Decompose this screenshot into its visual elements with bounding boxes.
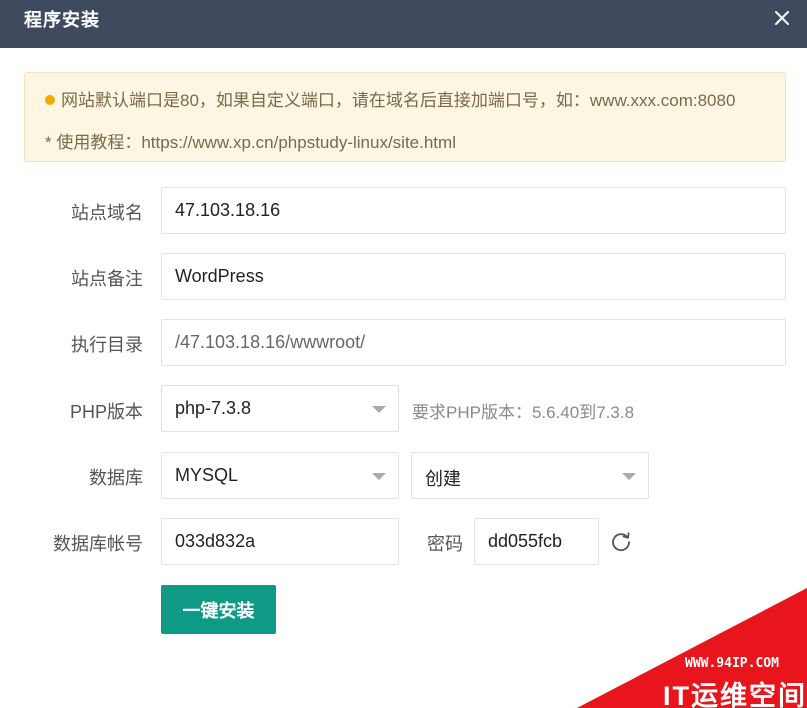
php-version-hint: 要求PHP版本：5.6.40到7.3.8 <box>412 403 635 422</box>
notice-port-tip: 网站默认端口是80，如果自定义端口，请在域名后直接加端口号，如：www.xxx.… <box>45 86 735 111</box>
database-type-value: MYSQL <box>175 465 239 485</box>
database-action-value: 创建 <box>425 469 461 489</box>
remark-input[interactable] <box>161 253 786 300</box>
notice-tutorial-link[interactable]: * 使用教程：https://www.xp.cn/phpstudy-linux/… <box>45 128 456 153</box>
database-action-select[interactable]: 创建 <box>411 452 649 499</box>
directory-input[interactable] <box>161 319 786 366</box>
domain-input[interactable] <box>161 187 786 234</box>
bullet-dot-icon <box>45 95 55 105</box>
domain-label: 站点域名 <box>71 203 143 223</box>
one-click-install-button[interactable]: 一键安装 <box>161 585 276 634</box>
password-label: 密码 <box>427 534 463 554</box>
chevron-down-icon <box>372 473 386 480</box>
close-icon[interactable] <box>770 6 794 30</box>
php-version-select[interactable]: php-7.3.8 <box>161 385 399 432</box>
database-type-select[interactable]: MYSQL <box>161 452 399 499</box>
chevron-down-icon <box>622 473 636 480</box>
dialog-title: 程序安装 <box>24 10 100 30</box>
watermark-url: WWW.94IP.COM <box>685 656 779 671</box>
watermark-logo: WWW.94IP.COM IT运维空间 <box>577 588 807 708</box>
php-version-value: php-7.3.8 <box>175 398 252 418</box>
remark-label: 站点备注 <box>71 269 143 289</box>
notice-port-text: 网站默认端口是80，如果自定义端口，请在域名后直接加端口号，如：www.xxx.… <box>61 91 736 110</box>
refresh-icon[interactable] <box>610 530 632 552</box>
directory-label: 执行目录 <box>71 335 143 355</box>
php-version-label: PHP版本 <box>69 402 143 422</box>
db-account-label: 数据库帐号 <box>53 534 143 554</box>
install-dialog: 程序安装 网站默认端口是80，如果自定义端口，请在域名后直接加端口号，如：www… <box>0 0 807 708</box>
dialog-titlebar: 程序安装 <box>0 0 807 48</box>
chevron-down-icon <box>372 406 386 413</box>
password-input[interactable] <box>474 518 599 565</box>
watermark-name: IT运维空间 <box>663 681 807 708</box>
notice-box: 网站默认端口是80，如果自定义端口，请在域名后直接加端口号，如：www.xxx.… <box>24 72 786 162</box>
database-label: 数据库 <box>89 468 143 488</box>
